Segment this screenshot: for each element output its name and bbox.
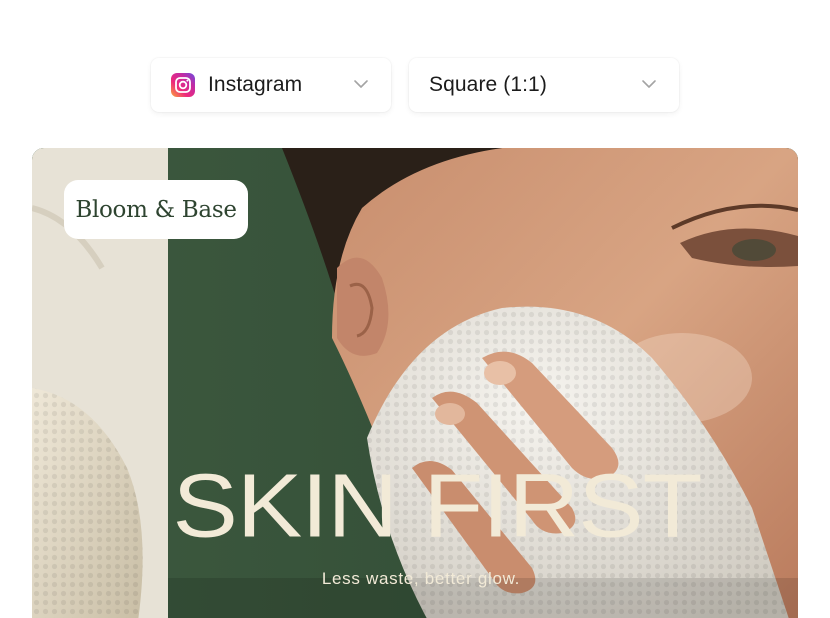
ad-preview-canvas: Bloom & Base SKIN FIRST Less waste, bett… xyxy=(32,148,798,618)
instagram-icon xyxy=(171,73,195,97)
chevron-down-icon xyxy=(642,80,656,88)
platform-select-label: Instagram xyxy=(208,73,303,96)
brand-logo-badge: Bloom & Base xyxy=(64,180,248,239)
platform-select[interactable]: Instagram xyxy=(151,58,391,112)
format-select-label: Square (1:1) xyxy=(429,73,547,96)
ad-tagline: Less waste, better glow. xyxy=(321,569,521,588)
format-select[interactable]: Square (1:1) xyxy=(409,58,679,112)
chevron-down-icon xyxy=(354,80,368,88)
ad-headline: SKIN FIRST xyxy=(172,454,702,556)
ad-preview-editor: Instagram Square (1:1) Bloom & Base SKIN… xyxy=(0,0,830,618)
brand-name: Bloom & Base xyxy=(75,196,237,223)
